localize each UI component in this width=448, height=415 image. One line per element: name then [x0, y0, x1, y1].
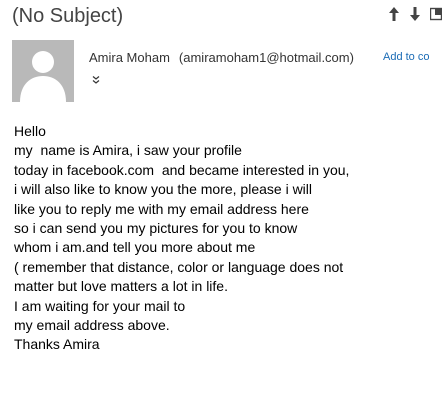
person-silhouette-icon	[12, 40, 74, 102]
message-body-line: i will also like to know you the more, p…	[14, 181, 313, 198]
message-body-line: today in facebook.com and became interes…	[14, 161, 350, 178]
message-body-line: matter but love matters a lot in life.	[14, 278, 228, 295]
sender-name[interactable]: Amira Moham	[89, 50, 170, 65]
message-body-line: my email address above.	[14, 317, 170, 334]
message-body-line: like you to reply me with my email addre…	[14, 200, 309, 217]
new-window-icon[interactable]	[430, 6, 442, 22]
message-body-line: whom i am.and tell you more about me	[14, 239, 256, 256]
sender-header: Amira Moham (amiramoham1@hotmail.com) Add…	[12, 40, 448, 120]
add-to-contacts-link[interactable]: Add to co	[383, 51, 429, 63]
message-body-line: ( remember that distance, color or langu…	[14, 258, 344, 275]
message-body-line: Thanks Amira	[14, 336, 100, 353]
sender-email: (amiramoham1@hotmail.com)	[178, 50, 354, 65]
message-body-line: so i can send you my pictures for you to…	[14, 220, 298, 237]
message-body: Hello my name is Amira, i saw your profil…	[14, 122, 349, 355]
chevron-double-down-icon[interactable]	[91, 72, 101, 84]
arrow-down-icon[interactable]	[409, 6, 421, 22]
message-body-line: Hello	[14, 123, 46, 139]
message-body-line: I am waiting for your mail to	[14, 297, 186, 314]
arrow-up-icon[interactable]	[388, 6, 400, 22]
message-toolbar	[388, 6, 442, 22]
message-subject: (No Subject)	[12, 5, 124, 27]
message-body-line: my name is Amira, i saw your profile	[14, 142, 242, 159]
sender-info: Amira Moham (amiramoham1@hotmail.com)	[89, 50, 354, 65]
